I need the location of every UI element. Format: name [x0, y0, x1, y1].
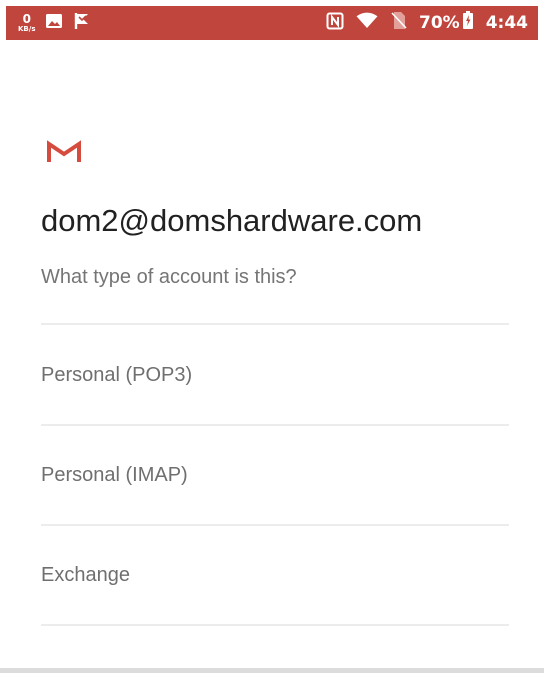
network-speed-unit: KB/s: [18, 25, 36, 33]
divider: [41, 323, 509, 325]
account-type-option-label: Exchange: [41, 563, 130, 586]
status-bar-right: 70% 4:44: [326, 6, 528, 40]
account-type-option-label: Personal (POP3): [41, 363, 193, 386]
status-bar-left: 0 KB/s: [18, 6, 101, 40]
account-email-heading: dom2@domshardware.com: [41, 203, 423, 238]
image-icon: [45, 13, 63, 34]
gmail-logo-icon: [47, 140, 81, 163]
status-bar: 0 KB/s 70% 4:44: [6, 6, 538, 40]
wifi-icon: [356, 12, 378, 34]
flag-icon: [73, 12, 91, 35]
battery-percent: 70%: [419, 13, 460, 33]
network-speed-value: 0: [22, 12, 31, 26]
account-type-option-exchange[interactable]: Exchange: [41, 526, 509, 624]
nfc-icon: [326, 12, 344, 35]
account-type-prompt: What type of account is this?: [41, 266, 297, 288]
screen: 0 KB/s 70% 4:44 dom2@domshardware.com Wh…: [0, 0, 544, 673]
account-type-option-imap[interactable]: Personal (IMAP): [41, 426, 509, 524]
no-sim-icon: [390, 11, 407, 35]
account-type-option-label: Personal (IMAP): [41, 463, 188, 486]
network-speed-indicator: 0 KB/s: [18, 13, 35, 33]
account-type-option-pop3[interactable]: Personal (POP3): [41, 326, 509, 424]
battery-icon: [462, 11, 474, 35]
divider: [41, 624, 509, 626]
clock-time: 4:44: [485, 13, 528, 33]
screen-bottom-edge: [0, 668, 544, 673]
